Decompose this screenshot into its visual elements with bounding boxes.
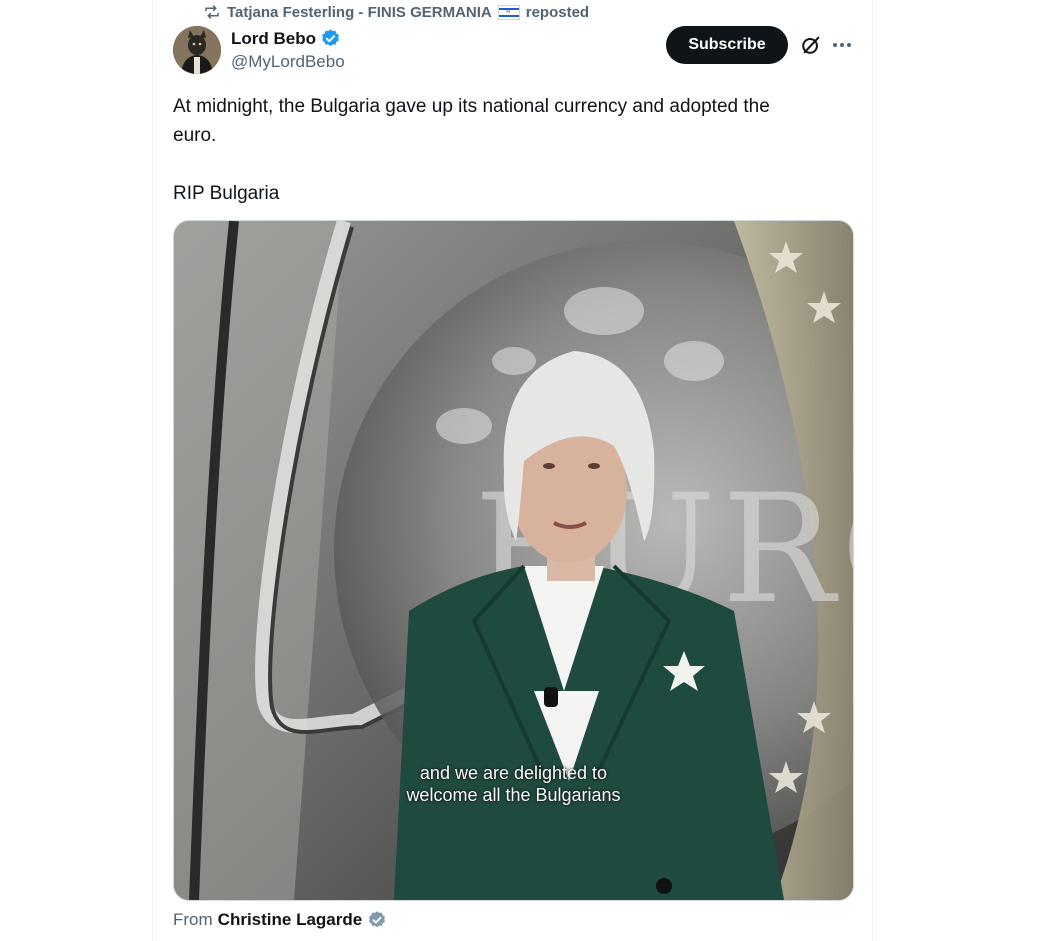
reposter-name[interactable]: Tatjana Festerling - FINIS GERMANIA [227, 4, 492, 21]
timeline-column: Tatjana Festerling - FINIS GERMANIA ✡ re… [152, 0, 873, 941]
more-options-icon[interactable] [830, 34, 854, 56]
video-player[interactable]: EURO and we are delighted to w [173, 220, 854, 901]
author-display-name[interactable]: Lord Bebo [231, 29, 316, 49]
media-attribution: From Christine Lagarde [173, 910, 387, 930]
repost-context[interactable]: Tatjana Festerling - FINIS GERMANIA ✡ re… [203, 3, 589, 21]
author-handle[interactable]: @MyLordBebo [231, 52, 345, 72]
repost-icon [205, 5, 219, 19]
attribution-source[interactable]: Christine Lagarde [218, 910, 363, 930]
author-avatar[interactable] [173, 26, 221, 74]
author-block: Lord Bebo @MyLordBebo [231, 28, 345, 72]
author-name-row[interactable]: Lord Bebo [231, 28, 345, 49]
israel-flag-icon: ✡ [497, 4, 520, 20]
tweet-body: At midnight, the Bulgaria gave up its na… [173, 96, 770, 204]
gray-verified-badge-icon [369, 911, 386, 928]
subscribe-button[interactable]: Subscribe [666, 26, 788, 64]
repost-suffix: reposted [525, 3, 590, 21]
caption-line-1: and we are delighted to [419, 763, 608, 783]
verified-badge-icon [322, 29, 339, 47]
grok-icon[interactable] [800, 34, 822, 56]
caption-line-2: welcome all the Bulgarians [406, 785, 621, 805]
attribution-prefix: From [173, 910, 213, 929]
video-caption: and we are delighted to welcome all the … [174, 762, 853, 806]
